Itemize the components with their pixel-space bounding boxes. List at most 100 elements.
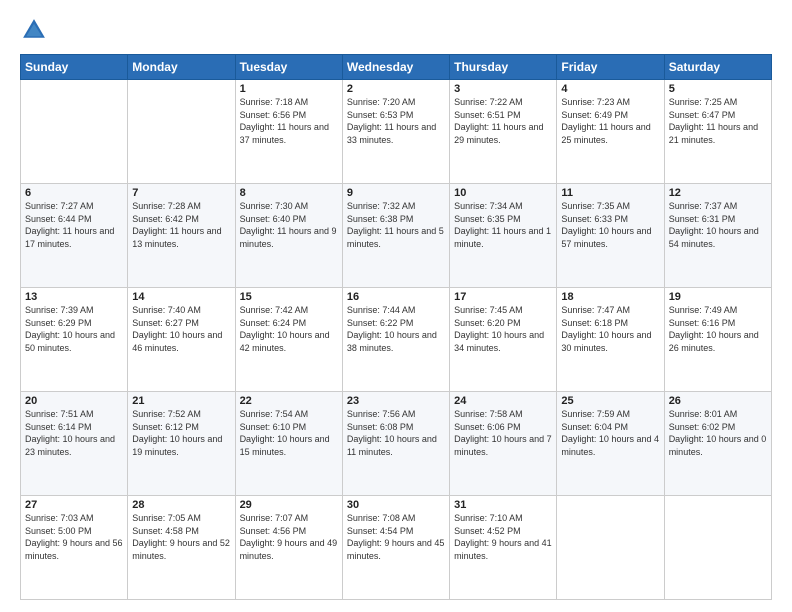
cell-text: Sunrise: 7:32 AMSunset: 6:38 PMDaylight:… (347, 200, 445, 250)
cell-text: Sunrise: 7:10 AMSunset: 4:52 PMDaylight:… (454, 512, 552, 562)
day-number: 27 (25, 499, 123, 511)
day-header-sunday: Sunday (21, 55, 128, 80)
day-number: 7 (132, 187, 230, 199)
cell-text: Sunrise: 7:08 AMSunset: 4:54 PMDaylight:… (347, 512, 445, 562)
day-number: 30 (347, 499, 445, 511)
cell-text: Sunrise: 7:22 AMSunset: 6:51 PMDaylight:… (454, 96, 552, 146)
cell-text: Sunrise: 7:37 AMSunset: 6:31 PMDaylight:… (669, 200, 767, 250)
cell-text: Sunrise: 7:05 AMSunset: 4:58 PMDaylight:… (132, 512, 230, 562)
cell-text: Sunrise: 7:44 AMSunset: 6:22 PMDaylight:… (347, 304, 445, 354)
day-number: 12 (669, 187, 767, 199)
day-number: 31 (454, 499, 552, 511)
cell-text: Sunrise: 7:23 AMSunset: 6:49 PMDaylight:… (561, 96, 659, 146)
day-number: 29 (240, 499, 338, 511)
calendar-cell: 23Sunrise: 7:56 AMSunset: 6:08 PMDayligh… (342, 392, 449, 496)
calendar-cell: 12Sunrise: 7:37 AMSunset: 6:31 PMDayligh… (664, 184, 771, 288)
day-number: 10 (454, 187, 552, 199)
day-number: 6 (25, 187, 123, 199)
cell-text: Sunrise: 7:25 AMSunset: 6:47 PMDaylight:… (669, 96, 767, 146)
day-number: 5 (669, 83, 767, 95)
page: SundayMondayTuesdayWednesdayThursdayFrid… (0, 0, 792, 612)
calendar-week-row: 6Sunrise: 7:27 AMSunset: 6:44 PMDaylight… (21, 184, 772, 288)
cell-text: Sunrise: 7:58 AMSunset: 6:06 PMDaylight:… (454, 408, 552, 458)
cell-text: Sunrise: 7:20 AMSunset: 6:53 PMDaylight:… (347, 96, 445, 146)
calendar-cell: 7Sunrise: 7:28 AMSunset: 6:42 PMDaylight… (128, 184, 235, 288)
cell-text: Sunrise: 7:49 AMSunset: 6:16 PMDaylight:… (669, 304, 767, 354)
day-number: 14 (132, 291, 230, 303)
calendar-week-row: 20Sunrise: 7:51 AMSunset: 6:14 PMDayligh… (21, 392, 772, 496)
calendar-cell: 18Sunrise: 7:47 AMSunset: 6:18 PMDayligh… (557, 288, 664, 392)
calendar-cell: 2Sunrise: 7:20 AMSunset: 6:53 PMDaylight… (342, 80, 449, 184)
day-number: 13 (25, 291, 123, 303)
cell-text: Sunrise: 7:51 AMSunset: 6:14 PMDaylight:… (25, 408, 123, 458)
day-number: 8 (240, 187, 338, 199)
calendar-cell: 5Sunrise: 7:25 AMSunset: 6:47 PMDaylight… (664, 80, 771, 184)
calendar-cell: 29Sunrise: 7:07 AMSunset: 4:56 PMDayligh… (235, 496, 342, 600)
calendar-week-row: 13Sunrise: 7:39 AMSunset: 6:29 PMDayligh… (21, 288, 772, 392)
cell-text: Sunrise: 7:47 AMSunset: 6:18 PMDaylight:… (561, 304, 659, 354)
calendar-cell: 15Sunrise: 7:42 AMSunset: 6:24 PMDayligh… (235, 288, 342, 392)
calendar-cell: 22Sunrise: 7:54 AMSunset: 6:10 PMDayligh… (235, 392, 342, 496)
calendar-cell: 19Sunrise: 7:49 AMSunset: 6:16 PMDayligh… (664, 288, 771, 392)
cell-text: Sunrise: 7:28 AMSunset: 6:42 PMDaylight:… (132, 200, 230, 250)
day-number: 26 (669, 395, 767, 407)
day-header-friday: Friday (557, 55, 664, 80)
calendar-cell: 25Sunrise: 7:59 AMSunset: 6:04 PMDayligh… (557, 392, 664, 496)
calendar-cell: 20Sunrise: 7:51 AMSunset: 6:14 PMDayligh… (21, 392, 128, 496)
day-header-tuesday: Tuesday (235, 55, 342, 80)
calendar-cell (664, 496, 771, 600)
cell-text: Sunrise: 7:18 AMSunset: 6:56 PMDaylight:… (240, 96, 338, 146)
calendar-cell: 1Sunrise: 7:18 AMSunset: 6:56 PMDaylight… (235, 80, 342, 184)
day-number: 1 (240, 83, 338, 95)
cell-text: Sunrise: 7:52 AMSunset: 6:12 PMDaylight:… (132, 408, 230, 458)
calendar-table: SundayMondayTuesdayWednesdayThursdayFrid… (20, 54, 772, 600)
calendar-cell: 6Sunrise: 7:27 AMSunset: 6:44 PMDaylight… (21, 184, 128, 288)
day-number: 17 (454, 291, 552, 303)
day-number: 25 (561, 395, 659, 407)
calendar-cell: 14Sunrise: 7:40 AMSunset: 6:27 PMDayligh… (128, 288, 235, 392)
cell-text: Sunrise: 7:03 AMSunset: 5:00 PMDaylight:… (25, 512, 123, 562)
cell-text: Sunrise: 7:45 AMSunset: 6:20 PMDaylight:… (454, 304, 552, 354)
day-number: 3 (454, 83, 552, 95)
calendar-cell (128, 80, 235, 184)
day-number: 23 (347, 395, 445, 407)
day-number: 28 (132, 499, 230, 511)
calendar-cell: 13Sunrise: 7:39 AMSunset: 6:29 PMDayligh… (21, 288, 128, 392)
calendar-cell: 28Sunrise: 7:05 AMSunset: 4:58 PMDayligh… (128, 496, 235, 600)
day-number: 22 (240, 395, 338, 407)
calendar-cell: 3Sunrise: 7:22 AMSunset: 6:51 PMDaylight… (450, 80, 557, 184)
calendar-header-row: SundayMondayTuesdayWednesdayThursdayFrid… (21, 55, 772, 80)
calendar-cell: 10Sunrise: 7:34 AMSunset: 6:35 PMDayligh… (450, 184, 557, 288)
cell-text: Sunrise: 7:30 AMSunset: 6:40 PMDaylight:… (240, 200, 338, 250)
cell-text: Sunrise: 8:01 AMSunset: 6:02 PMDaylight:… (669, 408, 767, 458)
cell-text: Sunrise: 7:54 AMSunset: 6:10 PMDaylight:… (240, 408, 338, 458)
calendar-cell: 4Sunrise: 7:23 AMSunset: 6:49 PMDaylight… (557, 80, 664, 184)
calendar-cell: 11Sunrise: 7:35 AMSunset: 6:33 PMDayligh… (557, 184, 664, 288)
day-number: 4 (561, 83, 659, 95)
cell-text: Sunrise: 7:34 AMSunset: 6:35 PMDaylight:… (454, 200, 552, 250)
cell-text: Sunrise: 7:42 AMSunset: 6:24 PMDaylight:… (240, 304, 338, 354)
day-number: 2 (347, 83, 445, 95)
logo-icon (20, 16, 48, 44)
day-number: 11 (561, 187, 659, 199)
header (20, 16, 772, 44)
calendar-week-row: 1Sunrise: 7:18 AMSunset: 6:56 PMDaylight… (21, 80, 772, 184)
day-number: 24 (454, 395, 552, 407)
calendar-cell: 24Sunrise: 7:58 AMSunset: 6:06 PMDayligh… (450, 392, 557, 496)
cell-text: Sunrise: 7:56 AMSunset: 6:08 PMDaylight:… (347, 408, 445, 458)
day-header-saturday: Saturday (664, 55, 771, 80)
cell-text: Sunrise: 7:27 AMSunset: 6:44 PMDaylight:… (25, 200, 123, 250)
calendar-cell: 17Sunrise: 7:45 AMSunset: 6:20 PMDayligh… (450, 288, 557, 392)
cell-text: Sunrise: 7:07 AMSunset: 4:56 PMDaylight:… (240, 512, 338, 562)
calendar-cell: 16Sunrise: 7:44 AMSunset: 6:22 PMDayligh… (342, 288, 449, 392)
day-number: 15 (240, 291, 338, 303)
calendar-cell (557, 496, 664, 600)
day-header-thursday: Thursday (450, 55, 557, 80)
day-number: 18 (561, 291, 659, 303)
calendar-cell: 9Sunrise: 7:32 AMSunset: 6:38 PMDaylight… (342, 184, 449, 288)
cell-text: Sunrise: 7:59 AMSunset: 6:04 PMDaylight:… (561, 408, 659, 458)
cell-text: Sunrise: 7:35 AMSunset: 6:33 PMDaylight:… (561, 200, 659, 250)
calendar-cell: 8Sunrise: 7:30 AMSunset: 6:40 PMDaylight… (235, 184, 342, 288)
calendar-cell (21, 80, 128, 184)
logo (20, 16, 52, 44)
